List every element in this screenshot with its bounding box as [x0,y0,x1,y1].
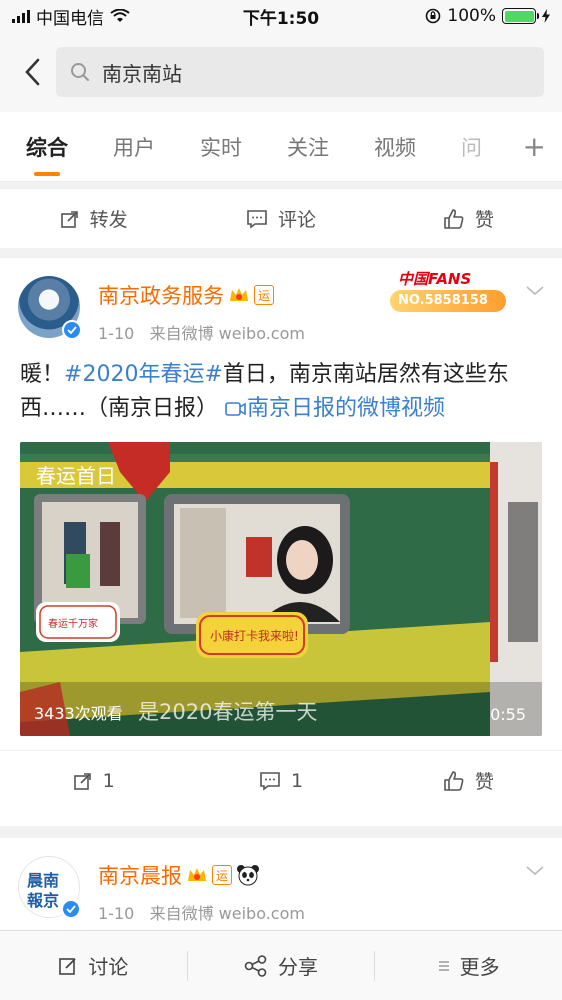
post-time: 1-10 [98,324,135,343]
discuss-button[interactable]: 讨论 [0,951,187,980]
repost-label: 转发 [89,209,128,231]
share-button[interactable]: 分享 [188,951,375,980]
tab-bar: 综合 用户 实时 关注 视频 问 + [0,112,562,182]
thumbs-up-icon [444,208,464,229]
video-views: 3433次观看 [34,704,123,723]
video-link[interactable]: 南京日报的微博视频 [225,396,445,421]
comment-icon [247,209,267,229]
video-title: 春运首日 [36,464,116,488]
charging-icon [542,9,550,23]
verified-icon [61,899,81,919]
comment-count: 1 [290,769,304,792]
avatar[interactable]: 晨南 報京 [18,856,81,919]
post-source: 来自微博 weibo.com [149,904,305,923]
status-bar: 中国电信 下午1:50 100% [0,0,562,32]
share-label: 分享 [278,955,318,979]
hashtag-link[interactable]: #2020年春运# [64,362,223,387]
author-name[interactable]: 南京政务服务 [98,280,224,310]
repost-count: 1 [102,769,115,792]
tab-video[interactable]: 视频 [374,132,416,162]
tab-questions[interactable]: 问 [461,132,482,162]
thumbs-up-icon [444,770,464,791]
post-time: 1-10 [98,904,135,923]
search-header: 南京南站 [0,32,562,112]
event-badge: 运 [254,285,274,305]
fans-number: NO.5858158 [398,293,488,308]
tab-realtime[interactable]: 实时 [200,132,242,162]
carrier-label: 中国电信 [36,8,104,29]
post-card: 晨南 報京 南京晨报 运 1-10 来自微博 weibo.com [0,838,562,930]
chevron-left-icon [25,58,40,86]
post-text-start: 暖！ [20,362,65,387]
svg-text:晨南: 晨南 [27,871,59,890]
fans-label: 中国FANS [398,270,472,288]
verified-icon [62,320,82,340]
clock: 下午1:50 [242,8,320,29]
fans-badge: 中国FANS NO.5858158 [384,266,524,314]
comment-label: 评论 [277,209,316,231]
discuss-label: 讨论 [88,955,129,979]
tab-comprehensive[interactable]: 综合 [26,132,68,176]
avatar[interactable] [18,276,82,340]
add-tab-icon[interactable]: + [523,130,546,163]
member-crown-icon [230,288,248,301]
battery-icon [502,8,539,24]
prev-post-actions: 转发 评论 赞 [0,188,562,248]
video-link-text: 南京日报的微博视频 [247,396,446,421]
tab-following[interactable]: 关注 [287,132,329,162]
video-player[interactable]: 小康打卡我来啦! 春运千万家 春运首日 是2020春运第一天 3433次观看 0… [20,442,542,736]
comment-icon [260,771,280,791]
bottom-toolbar: 讨论 分享 更多 [0,930,562,1000]
menu-icon [438,960,449,971]
share-icon [244,954,267,977]
video-caption: 是2020春运第一天 [138,700,318,724]
author-name[interactable]: 南京晨报 [98,860,182,890]
sign-text-1: 小康打卡我来啦! [210,628,299,643]
comment-button[interactable]: 评论 [187,205,374,232]
more-button[interactable]: 更多 [375,951,562,980]
edit-icon [59,957,76,975]
comment-button[interactable]: 1 [187,770,374,792]
member-crown-icon [188,868,206,881]
orientation-lock-icon [426,8,441,24]
like-button[interactable]: 赞 [375,767,562,794]
repost-button[interactable]: 1 [0,770,187,792]
repost-button[interactable]: 转发 [0,205,187,232]
like-label: 赞 [474,209,494,231]
chevron-down-icon[interactable] [526,286,544,296]
video-duration: 0:55 [490,705,526,724]
like-button[interactable]: 赞 [375,205,562,232]
battery-percent: 100% [447,6,496,26]
event-badge: 运 [212,865,232,885]
chevron-down-icon[interactable] [526,866,544,876]
more-label: 更多 [459,955,500,979]
signal-icon [12,9,30,23]
panda-icon [237,865,259,886]
sign-text-2: 春运千万家 [48,617,98,630]
like-label: 赞 [474,771,494,793]
repost-icon [60,210,78,228]
post-card: 南京政务服务 运 1-10 来自微博 weibo.com 中国FANS NO.5… [0,258,562,826]
search-query: 南京南站 [102,61,182,86]
svg-text:報京: 報京 [27,891,59,910]
wifi-icon [110,9,130,22]
back-button[interactable] [12,52,52,92]
video-link-icon [225,402,246,416]
repost-icon [73,772,91,790]
post-text: 暖！#2020年春运#首日，南京南站居然有这些东西……（南京日报） 南京日报的微… [0,344,562,426]
search-input[interactable]: 南京南站 [56,47,544,97]
search-icon [71,63,89,81]
post-actions: 1 1 赞 [0,750,562,810]
post-source: 来自微博 weibo.com [149,324,305,343]
tab-users[interactable]: 用户 [113,132,155,162]
